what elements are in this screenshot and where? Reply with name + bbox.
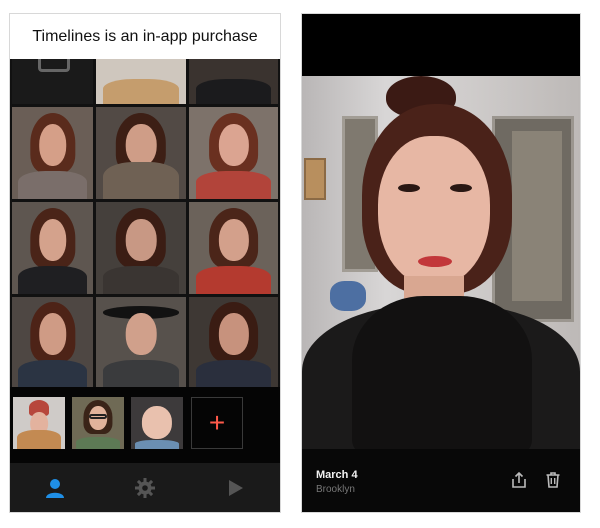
grid-photo[interactable] xyxy=(189,59,278,104)
tab-settings[interactable] xyxy=(125,468,165,508)
tab-bar xyxy=(10,463,280,512)
banner-text: Timelines is an in-app purchase xyxy=(32,27,258,45)
photo-info-bar: March 4 Brooklyn xyxy=(302,449,580,512)
timeline-thumb[interactable] xyxy=(131,397,183,449)
trash-icon xyxy=(546,472,560,488)
grid-photo[interactable] xyxy=(189,107,278,199)
grid-photo[interactable] xyxy=(12,297,93,387)
grid-photo[interactable] xyxy=(12,107,93,199)
photo-detail-screen: March 4 Brooklyn xyxy=(302,14,580,512)
photo-grid xyxy=(10,59,280,387)
timeline-tray: + xyxy=(10,387,280,463)
photo-location: Brooklyn xyxy=(316,484,355,495)
selfie-photo[interactable] xyxy=(302,76,580,449)
add-timeline-button[interactable]: + xyxy=(191,397,243,449)
person-icon xyxy=(46,478,64,498)
gear-icon xyxy=(135,477,155,498)
camera-cell[interactable] xyxy=(12,59,93,104)
in-app-purchase-banner[interactable]: Timelines is an in-app purchase xyxy=(10,14,280,59)
delete-button[interactable] xyxy=(544,471,564,491)
grid-photo[interactable] xyxy=(96,107,186,199)
plus-icon: + xyxy=(208,407,226,438)
timeline-thumb[interactable] xyxy=(13,397,65,449)
share-button[interactable] xyxy=(510,471,530,491)
grid-photo[interactable] xyxy=(12,202,93,294)
timeline-screen: Timelines is an in-app purchase + xyxy=(10,14,280,512)
grid-photo[interactable] xyxy=(96,202,186,294)
grid-photo[interactable] xyxy=(96,59,186,104)
tab-people[interactable] xyxy=(35,468,75,508)
grid-photo[interactable] xyxy=(189,202,278,294)
play-icon xyxy=(229,479,243,496)
grid-photo[interactable] xyxy=(96,297,186,387)
tab-play[interactable] xyxy=(215,468,255,508)
photo-date: March 4 xyxy=(316,469,358,481)
share-icon xyxy=(512,471,526,488)
camera-icon xyxy=(38,59,70,72)
timeline-thumb[interactable] xyxy=(72,397,124,449)
grid-photo[interactable] xyxy=(189,297,278,387)
